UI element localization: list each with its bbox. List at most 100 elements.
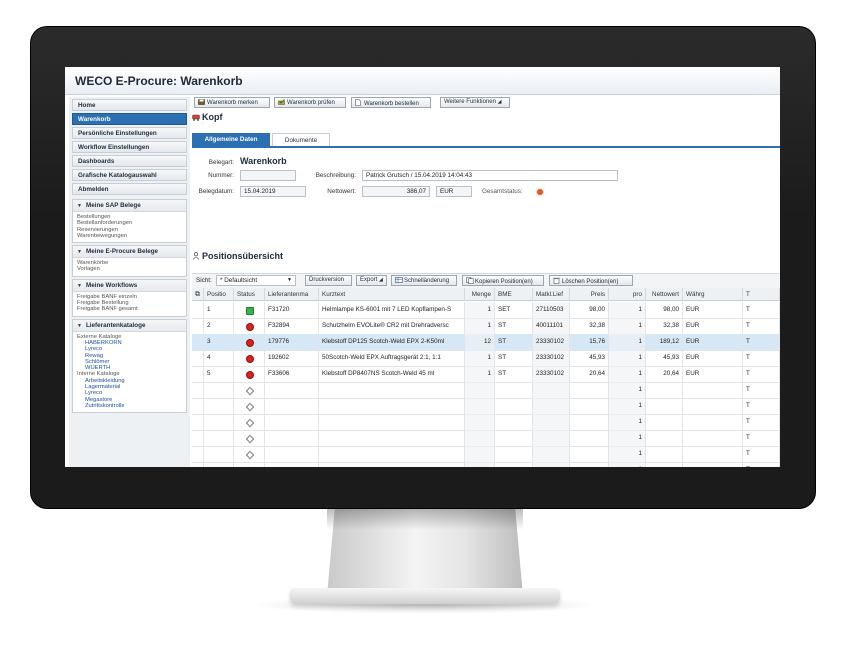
nummer-field[interactable]	[240, 170, 296, 181]
table-cell-pos[interactable]: 1	[204, 302, 234, 318]
table-cell-menge[interactable]	[465, 462, 495, 467]
table-cell-menge[interactable]: 12	[465, 334, 495, 350]
table-row-empty[interactable]: 1T	[192, 462, 780, 467]
table-cell-menge[interactable]: 1	[465, 318, 495, 334]
table-cell-pro[interactable]: 1	[609, 446, 646, 462]
table-cell-preis[interactable]	[570, 398, 609, 414]
table-cell-matkl[interactable]: 23330102	[533, 350, 570, 366]
tab-dokumente[interactable]: Dokumente	[272, 133, 330, 146]
table-row[interactable]: 5 F33606 Klebstoff DP8407NS Scotch-Weld 45…	[192, 366, 780, 383]
table-row-empty[interactable]: 1T	[192, 414, 780, 431]
table-cell-text[interactable]	[319, 446, 465, 462]
quick-change-button[interactable]: Schnelländerung	[391, 275, 457, 286]
table-cell-text[interactable]: Schutzhelm EVOLite® CR2 mit Drehradversc	[319, 318, 465, 334]
table-cell-waehrg[interactable]: EUR	[683, 302, 743, 318]
table-cell-lief[interactable]: 192602	[265, 350, 319, 366]
table-cell-status[interactable]	[234, 382, 265, 398]
table-cell-lief[interactable]: F31720	[265, 302, 319, 318]
table-cell-pro[interactable]: 1	[609, 382, 646, 398]
more-functions-button[interactable]: Weitere Funktionen ◢	[440, 97, 510, 108]
table-cell-text[interactable]	[319, 462, 465, 467]
table-cell-waehrg[interactable]	[683, 430, 743, 446]
column-header[interactable]: Kurztext	[319, 288, 465, 301]
column-header[interactable]: Matkl.Lief	[533, 288, 570, 301]
table-cell-netto[interactable]: 20,64	[646, 366, 683, 382]
table-cell-waehrg[interactable]: EUR	[683, 366, 743, 382]
table-cell-pos[interactable]: 3	[204, 334, 234, 350]
table-cell-matkl[interactable]	[533, 382, 570, 398]
table-cell-pos[interactable]	[204, 462, 234, 467]
table-cell-t[interactable]: T	[743, 446, 780, 462]
sidebar-panel-title[interactable]: ▼ Meine SAP Belege	[73, 200, 186, 212]
table-cell-t[interactable]: T	[743, 382, 780, 398]
table-cell-pos[interactable]: 2	[204, 318, 234, 334]
table-cell-netto[interactable]	[646, 430, 683, 446]
table-cell-t[interactable]: T	[743, 462, 780, 467]
table-cell-bme[interactable]	[495, 382, 533, 398]
table-cell-pro[interactable]: 1	[609, 318, 646, 334]
column-header[interactable]: ⧉	[192, 288, 204, 301]
table-cell-menge[interactable]	[465, 382, 495, 398]
order-cart-button[interactable]: Warenkorb bestellen	[351, 97, 431, 108]
table-cell-bme[interactable]	[495, 430, 533, 446]
table-cell-t[interactable]: T	[743, 366, 780, 382]
table-cell-t[interactable]: T	[743, 302, 780, 318]
table-cell-pro[interactable]: 1	[609, 302, 646, 318]
table-cell-menge[interactable]: 1	[465, 366, 495, 382]
table-cell-text[interactable]	[319, 382, 465, 398]
table-cell-pos[interactable]: 5	[204, 366, 234, 382]
column-header[interactable]: BME	[495, 288, 533, 301]
table-cell-bme[interactable]: ST	[495, 350, 533, 366]
sidebar-link[interactable]: Zutrittskontrolle	[77, 403, 186, 409]
table-cell-pos[interactable]	[204, 414, 234, 430]
table-cell-t[interactable]: T	[743, 350, 780, 366]
column-header[interactable]: Währg	[683, 288, 743, 301]
table-cell-pos[interactable]	[204, 398, 234, 414]
table-cell-matkl[interactable]: 40011101	[533, 318, 570, 334]
table-row[interactable]: 4 192602 50Scotch-Weld EPX Auftragsgerät 2…	[192, 350, 780, 367]
table-cell-menge[interactable]	[465, 430, 495, 446]
column-header[interactable]: pro	[609, 288, 646, 301]
table-cell-bme[interactable]: ST	[495, 366, 533, 382]
print-version-button[interactable]: Druckversion	[305, 275, 352, 286]
table-cell-matkl[interactable]: 27110503	[533, 302, 570, 318]
sidebar-item-persönliche-einstellungen[interactable]: Persönliche Einstellungen	[72, 127, 187, 139]
sidebar-link[interactable]: Freigabe BANF gesamt	[77, 306, 186, 312]
table-cell-lief[interactable]	[265, 462, 319, 467]
table-cell-waehrg[interactable]	[683, 382, 743, 398]
table-cell-menge[interactable]	[465, 446, 495, 462]
table-cell-menge[interactable]	[465, 398, 495, 414]
sidebar-link[interactable]: Warenbewegungen	[77, 233, 186, 239]
column-header[interactable]: Nettowert	[646, 288, 683, 301]
sidebar-item-warenkorb[interactable]: Warenkorb	[72, 113, 187, 125]
sicht-select[interactable]: * Defaultsicht ▼	[216, 275, 296, 286]
copy-positions-button[interactable]: Kopieren Position(en)	[462, 275, 544, 286]
table-cell-pro[interactable]: 1	[609, 350, 646, 366]
table-cell-lief[interactable]	[265, 414, 319, 430]
table-cell-netto[interactable]: 189,12	[646, 334, 683, 350]
check-cart-button[interactable]: Warenkorb prüfen	[274, 97, 346, 108]
sidebar-panel-title[interactable]: ▼ Meine Workflows	[73, 279, 186, 292]
table-cell-waehrg[interactable]: EUR	[683, 318, 743, 334]
table-cell-waehrg[interactable]	[683, 446, 743, 462]
table-cell-text[interactable]	[319, 414, 465, 430]
table-cell-waehrg[interactable]	[683, 398, 743, 414]
table-cell-pos[interactable]: 4	[204, 350, 234, 366]
table-cell-bme[interactable]	[495, 414, 533, 430]
export-button[interactable]: Export ◢	[356, 275, 387, 286]
table-cell-status[interactable]	[234, 398, 265, 414]
table-cell-preis[interactable]: 15,76	[570, 334, 609, 350]
table-cell-t[interactable]: T	[743, 334, 780, 350]
table-cell-status[interactable]	[234, 462, 265, 467]
table-settings-icon[interactable]: ⧉	[195, 291, 200, 298]
table-cell-preis[interactable]: 20,64	[570, 366, 609, 382]
table-cell-text[interactable]	[319, 430, 465, 446]
column-header[interactable]: Status	[234, 288, 265, 301]
table-cell-status[interactable]	[234, 430, 265, 446]
table-cell-pro[interactable]: 1	[609, 414, 646, 430]
table-cell-preis[interactable]	[570, 446, 609, 462]
table-cell-netto[interactable]	[646, 462, 683, 467]
table-cell-menge[interactable]	[465, 414, 495, 430]
table-cell-matkl[interactable]	[533, 414, 570, 430]
table-cell-waehrg[interactable]	[683, 462, 743, 467]
